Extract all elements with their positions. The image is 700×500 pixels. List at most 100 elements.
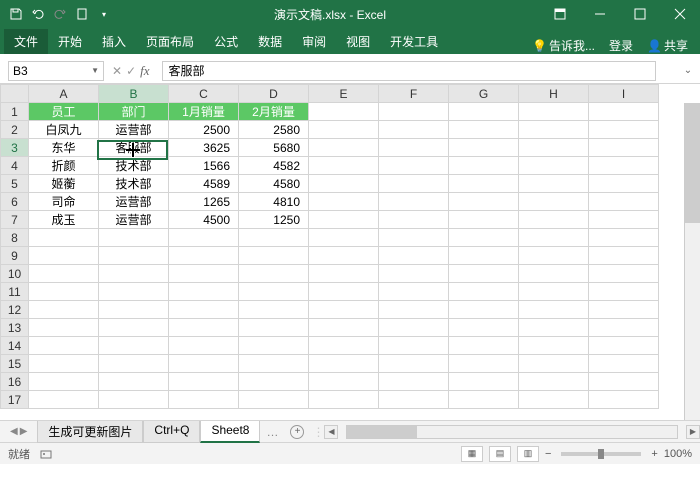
- row-header[interactable]: 8: [1, 229, 29, 247]
- undo-icon[interactable]: [30, 6, 46, 22]
- select-all-cell[interactable]: [1, 85, 29, 103]
- cell[interactable]: [99, 283, 169, 301]
- cell[interactable]: [309, 319, 379, 337]
- row-header[interactable]: 14: [1, 337, 29, 355]
- cell[interactable]: [99, 355, 169, 373]
- cell[interactable]: [589, 337, 659, 355]
- cell[interactable]: [589, 193, 659, 211]
- cell[interactable]: [449, 391, 519, 409]
- cell[interactable]: [449, 373, 519, 391]
- cell[interactable]: [239, 301, 309, 319]
- view-pagebreak-icon[interactable]: ▥: [517, 446, 539, 462]
- cell[interactable]: [29, 283, 99, 301]
- cell[interactable]: [169, 355, 239, 373]
- cell[interactable]: [519, 319, 589, 337]
- close-icon[interactable]: [660, 0, 700, 28]
- cell[interactable]: [449, 121, 519, 139]
- cell[interactable]: [519, 103, 589, 121]
- cell[interactable]: [379, 337, 449, 355]
- cell[interactable]: [309, 301, 379, 319]
- tab-file[interactable]: 文件: [4, 29, 48, 54]
- cell[interactable]: [589, 229, 659, 247]
- cell[interactable]: [29, 301, 99, 319]
- vertical-scrollbar[interactable]: [684, 103, 700, 420]
- cell[interactable]: [309, 391, 379, 409]
- sheet-nav-prev-icon[interactable]: ◀: [10, 426, 18, 437]
- cell[interactable]: [99, 391, 169, 409]
- cell[interactable]: [589, 121, 659, 139]
- cell[interactable]: [169, 319, 239, 337]
- cell[interactable]: [239, 265, 309, 283]
- cell[interactable]: [239, 337, 309, 355]
- row-header[interactable]: 13: [1, 319, 29, 337]
- cell[interactable]: 4810: [239, 193, 309, 211]
- ribbon-tab[interactable]: 开始: [48, 29, 92, 54]
- cell[interactable]: 1250: [239, 211, 309, 229]
- cell[interactable]: 1265: [169, 193, 239, 211]
- column-header[interactable]: B: [99, 85, 169, 103]
- cell[interactable]: [239, 283, 309, 301]
- fx-icon[interactable]: fx: [140, 63, 149, 79]
- cell[interactable]: [169, 373, 239, 391]
- cell[interactable]: [169, 337, 239, 355]
- row-header[interactable]: 15: [1, 355, 29, 373]
- cell[interactable]: [99, 247, 169, 265]
- cell[interactable]: 2月销量: [239, 103, 309, 121]
- cell[interactable]: [449, 175, 519, 193]
- cell[interactable]: [29, 265, 99, 283]
- cell[interactable]: [379, 355, 449, 373]
- cell[interactable]: [379, 211, 449, 229]
- cell[interactable]: [519, 247, 589, 265]
- cell[interactable]: [29, 229, 99, 247]
- ribbon-tab[interactable]: 审阅: [292, 29, 336, 54]
- name-box[interactable]: B3 ▼: [8, 61, 104, 81]
- new-file-icon[interactable]: [74, 6, 90, 22]
- ribbon-tab[interactable]: 页面布局: [136, 29, 204, 54]
- zoom-slider[interactable]: [561, 452, 641, 456]
- cell[interactable]: [379, 175, 449, 193]
- cell[interactable]: 4582: [239, 157, 309, 175]
- sheet-nav-next-icon[interactable]: ▶: [20, 426, 28, 437]
- cell[interactable]: [169, 247, 239, 265]
- cell[interactable]: [519, 355, 589, 373]
- cell[interactable]: [519, 121, 589, 139]
- cell[interactable]: [449, 211, 519, 229]
- cell[interactable]: [449, 157, 519, 175]
- cell[interactable]: 白凤九: [29, 121, 99, 139]
- cell[interactable]: [379, 283, 449, 301]
- cell[interactable]: [309, 355, 379, 373]
- cell[interactable]: [379, 103, 449, 121]
- zoom-in-button[interactable]: +: [651, 448, 657, 460]
- cell[interactable]: [169, 229, 239, 247]
- cell[interactable]: [589, 355, 659, 373]
- cell[interactable]: [239, 373, 309, 391]
- cell[interactable]: 4500: [169, 211, 239, 229]
- cell[interactable]: [29, 373, 99, 391]
- row-header[interactable]: 1: [1, 103, 29, 121]
- sheet-tab[interactable]: Ctrl+Q: [143, 421, 200, 443]
- cell[interactable]: [589, 301, 659, 319]
- cell[interactable]: 技术部: [99, 175, 169, 193]
- hscroll-left-icon[interactable]: ◀: [324, 425, 338, 439]
- sheet-tab[interactable]: 生成可更新图片: [37, 421, 143, 443]
- redo-icon[interactable]: [52, 6, 68, 22]
- cell[interactable]: [519, 139, 589, 157]
- cell[interactable]: [379, 121, 449, 139]
- cell[interactable]: [379, 247, 449, 265]
- row-header[interactable]: 7: [1, 211, 29, 229]
- cell[interactable]: [519, 175, 589, 193]
- row-header[interactable]: 9: [1, 247, 29, 265]
- cell[interactable]: [169, 265, 239, 283]
- cell[interactable]: [29, 319, 99, 337]
- login-button[interactable]: 登录: [605, 37, 637, 54]
- hscroll-right-icon[interactable]: ▶: [686, 425, 700, 439]
- cell[interactable]: 4589: [169, 175, 239, 193]
- column-header[interactable]: H: [519, 85, 589, 103]
- row-header[interactable]: 6: [1, 193, 29, 211]
- row-header[interactable]: 2: [1, 121, 29, 139]
- zoom-level[interactable]: 100%: [664, 448, 692, 460]
- cell[interactable]: 技术部: [99, 157, 169, 175]
- cell[interactable]: [519, 301, 589, 319]
- cell[interactable]: 1月销量: [169, 103, 239, 121]
- cell[interactable]: [379, 265, 449, 283]
